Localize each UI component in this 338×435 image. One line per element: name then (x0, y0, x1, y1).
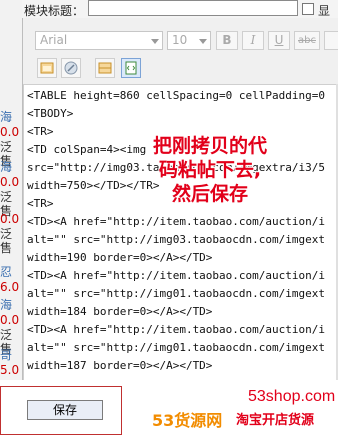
bold-button[interactable]: B (216, 31, 238, 50)
chevron-down-icon (199, 39, 207, 44)
watermark-url: 53shop.com (248, 388, 336, 405)
table-icon (98, 62, 112, 74)
insert-toolbar (23, 56, 338, 80)
italic-button[interactable]: I (242, 31, 264, 50)
code-line: width=187 border=0></A></TD> (27, 359, 213, 372)
code-line: <TABLE height=860 cellSpacing=0 cellPadd… (27, 89, 326, 102)
source-code-button[interactable] (121, 58, 141, 78)
save-button[interactable]: 保存 (27, 400, 103, 420)
code-line: alt="" src="http://img01.taobaocdn.com/i… (27, 341, 326, 354)
footer-area: 保存 53shop.com 53货源网 淘宝开店货源 (0, 380, 338, 435)
code-line: width=190 border=0></A></TD> (27, 251, 213, 264)
title-bar: 模块标题： 显示 (22, 0, 338, 35)
chevron-down-icon (151, 39, 159, 44)
image-icon (40, 62, 54, 74)
insert-image-button[interactable] (37, 58, 57, 78)
code-line: <TD><A href="http://item.taobao.com/auct… (27, 215, 326, 228)
strip-text: 海 (0, 298, 13, 312)
instruction-annotation: 把刚拷贝的代 码粘帖下去, 然后保存 (110, 134, 310, 206)
strip-text: 泛售 (0, 227, 13, 255)
strip-text: 海 (0, 110, 13, 124)
background-page-strip: 海 0.0 泛售 海 0.0 泛售 0.0 泛售 忍 6.0 海 0.0 泛售 … (0, 0, 22, 435)
strip-text: 忍 (0, 265, 13, 279)
strip-text: 0.0 (0, 175, 20, 189)
code-line: alt="" src="http://img03.taobaocdn.com/i… (27, 233, 326, 246)
code-line: <TD><A href="http://item.taobao.com/auct… (27, 269, 326, 282)
code-line: width=184 border=0></A></TD> (27, 305, 213, 318)
annotation-line: 然后保存 (171, 183, 248, 205)
link-icon (64, 61, 78, 75)
strip-text: 0.0 (0, 313, 20, 327)
font-family-select[interactable]: Arial (35, 31, 163, 50)
underline-button[interactable]: U (268, 31, 290, 50)
watermark-slogan: 淘宝开店货源 (236, 413, 315, 428)
strip-text: 0.0 (0, 125, 20, 139)
source-code-icon (125, 61, 137, 75)
strip-text: 海 (0, 160, 13, 174)
font-family-value: Arial (40, 33, 68, 47)
strip-text: 0.0 (0, 212, 20, 226)
strip-text: 哥 (0, 348, 13, 362)
format-toolbar: Arial 10 B I U abc (23, 28, 338, 54)
code-line: <TR> (27, 125, 54, 138)
code-line: <TD><A href="http://item.taobao.com/auct… (27, 323, 326, 336)
module-title-label: 模块标题： (24, 4, 85, 18)
annotation-line: 码粘帖下去, (158, 159, 262, 181)
annotation-line: 把刚拷贝的代 (152, 135, 267, 157)
insert-link-button[interactable] (61, 58, 81, 78)
insert-table-button[interactable] (95, 58, 115, 78)
code-line: alt="" src="http://img01.taobaocdn.com/i… (27, 287, 326, 300)
more-button[interactable] (324, 31, 338, 50)
html-source-textarea[interactable]: <TABLE height=860 cellSpacing=0 cellPadd… (23, 84, 338, 381)
strip-text: 5.0 (0, 363, 20, 377)
code-line: <TR> (27, 197, 54, 210)
module-title-input[interactable] (88, 0, 298, 16)
strip-text: 6.0 (0, 280, 20, 294)
show-checkbox[interactable] (302, 3, 314, 15)
strikethrough-button[interactable]: abc (294, 31, 320, 50)
watermark-brand: 53货源网 (152, 411, 223, 430)
font-size-value: 10 (172, 33, 188, 47)
code-line: <TBODY> (27, 107, 74, 120)
font-size-select[interactable]: 10 (167, 31, 211, 50)
